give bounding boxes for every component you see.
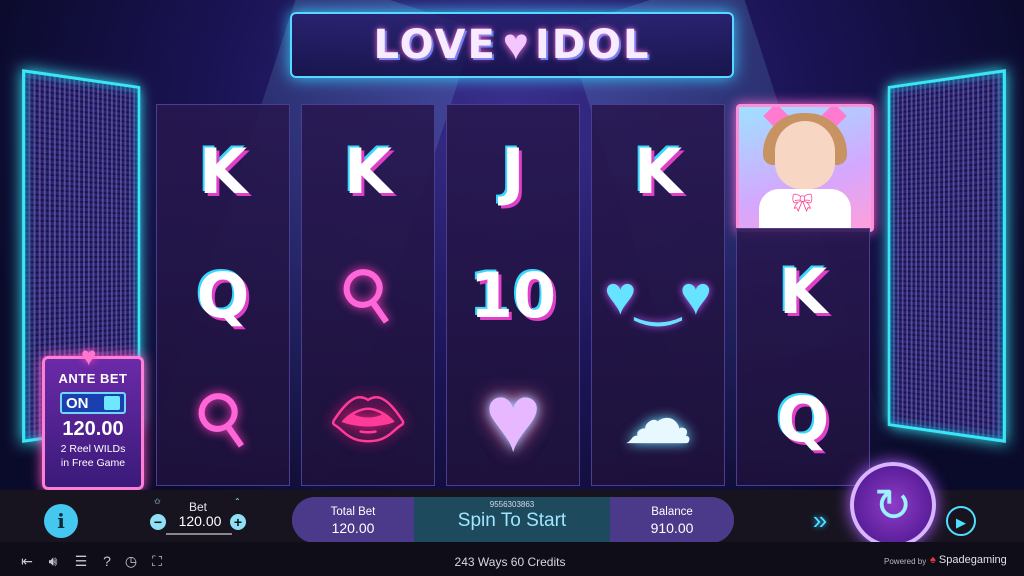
menu-icon[interactable]: ☰	[72, 552, 90, 570]
symbol-q: Q	[196, 258, 250, 332]
wand-icon: ⚲	[324, 248, 412, 342]
chevron-up-icon: ⌃	[234, 497, 241, 506]
tail-icon: ☁	[623, 380, 693, 458]
reel-symbol: K	[592, 109, 724, 233]
symbol-j: J	[501, 134, 525, 208]
logo-heart-icon: ♥	[502, 20, 529, 69]
symbol-k: K	[778, 254, 828, 328]
ante-toggle-label: ON	[66, 394, 89, 412]
bet-decrease-button[interactable]: −	[150, 514, 166, 530]
logo-word-left: LOVE	[373, 22, 497, 68]
symbol-10: 10	[469, 258, 557, 332]
history-icon[interactable]: ◷	[122, 552, 140, 570]
led-wall-right	[887, 69, 1006, 443]
reel-symbol: J	[447, 109, 579, 233]
spin-icon: ↻	[873, 479, 913, 531]
sound-icon[interactable]: 🔊︎	[44, 552, 62, 570]
round-id: 9556303863	[489, 500, 535, 509]
reel-symbol: K	[302, 109, 434, 233]
symbol-k: K	[343, 134, 393, 208]
play-icon: ▶	[956, 515, 966, 530]
reel-3: J 10 ♥	[446, 104, 580, 486]
reel-5: K Q	[736, 228, 870, 486]
total-bet-value: 120.00	[331, 520, 375, 536]
ante-bet-toggle[interactable]: ON	[60, 392, 126, 414]
ante-bet-panel[interactable]: ♥ ANTE BET ON 120.00 2 Reel WILDs in Fre…	[42, 341, 144, 490]
idol-face	[775, 121, 835, 189]
ante-bet-desc-2: in Free Game	[60, 457, 126, 469]
reel-symbol: ☁	[592, 357, 724, 481]
symbol-k: K	[198, 134, 248, 208]
reel-2: K ⚲ 👄︎	[301, 104, 435, 486]
reel-symbol: ⚲	[157, 357, 289, 481]
autoplay-button[interactable]: ▶	[946, 506, 976, 536]
reel-4: K ♥‿♥ ☁	[591, 104, 725, 486]
symbol-q: Q	[776, 382, 830, 456]
help-icon[interactable]: ?	[98, 552, 116, 570]
reel-symbol: 👄︎	[302, 357, 434, 481]
brand-logo: ♠ Spadegaming	[930, 554, 1007, 566]
reel-symbol: K	[157, 109, 289, 233]
bet-label: Bet	[188, 500, 207, 514]
total-bet-label: Total Bet	[330, 506, 376, 518]
info-button[interactable]: i	[44, 504, 78, 538]
ante-bet-title: ANTE BET	[58, 371, 128, 386]
reel-symbol: ♥‿♥	[592, 233, 724, 357]
game-logo: LOVE ♥ IDOL	[290, 12, 734, 78]
logo-word-right: IDOL	[534, 22, 651, 68]
ways-credits-text: 243 Ways 60 Credits	[454, 555, 566, 569]
star-icon: ✩	[154, 497, 161, 506]
ante-bet-desc-1: 2 Reel WILDs	[60, 443, 126, 455]
exit-icon[interactable]: ⇤	[18, 552, 36, 570]
spade-logo-icon: ♠	[930, 554, 936, 566]
turbo-button[interactable]: »	[802, 504, 838, 536]
spin-button[interactable]: ↻	[850, 462, 936, 548]
brand-name: Spadegaming	[938, 554, 1007, 566]
balance-value: 910.00	[650, 520, 694, 536]
reel-1: K Q ⚲	[156, 104, 290, 486]
balance-box: Balance 910.00	[610, 497, 734, 543]
ante-bet-amount: 120.00	[62, 418, 124, 440]
info-icon: i	[57, 509, 65, 533]
turbo-icon: »	[812, 505, 828, 535]
bet-value: 120.00	[178, 513, 222, 529]
total-bet-box: Total Bet 120.00	[292, 497, 414, 543]
reel-symbol: ⚲	[302, 233, 434, 357]
symbol-k: K	[633, 134, 683, 208]
glasses-icon: ♥‿♥	[604, 265, 712, 326]
reel-symbol: 10	[447, 233, 579, 357]
reel-symbol: Q	[157, 233, 289, 357]
ornate-heart-icon: ♥	[484, 365, 542, 472]
reel-symbol: ♥	[447, 357, 579, 481]
bet-increase-button[interactable]: +	[230, 514, 246, 530]
toggle-knob	[104, 396, 120, 410]
bet-underline	[166, 533, 232, 535]
powered-by-label: Powered by	[884, 557, 927, 566]
wand-icon: ⚲	[179, 372, 267, 466]
bow-icon: 🎀︎	[791, 193, 814, 213]
lips-icon: 👄︎	[327, 382, 409, 455]
reel-symbol: Q	[737, 357, 869, 481]
idol-character-card: 🎀︎	[736, 104, 874, 232]
reel-symbol: K	[737, 229, 869, 353]
heart-icon: ♥	[81, 341, 97, 371]
balance-label: Balance	[651, 506, 693, 518]
fullscreen-icon[interactable]: ⛶	[148, 552, 166, 570]
spin-to-start-text: Spin To Start	[457, 510, 567, 531]
